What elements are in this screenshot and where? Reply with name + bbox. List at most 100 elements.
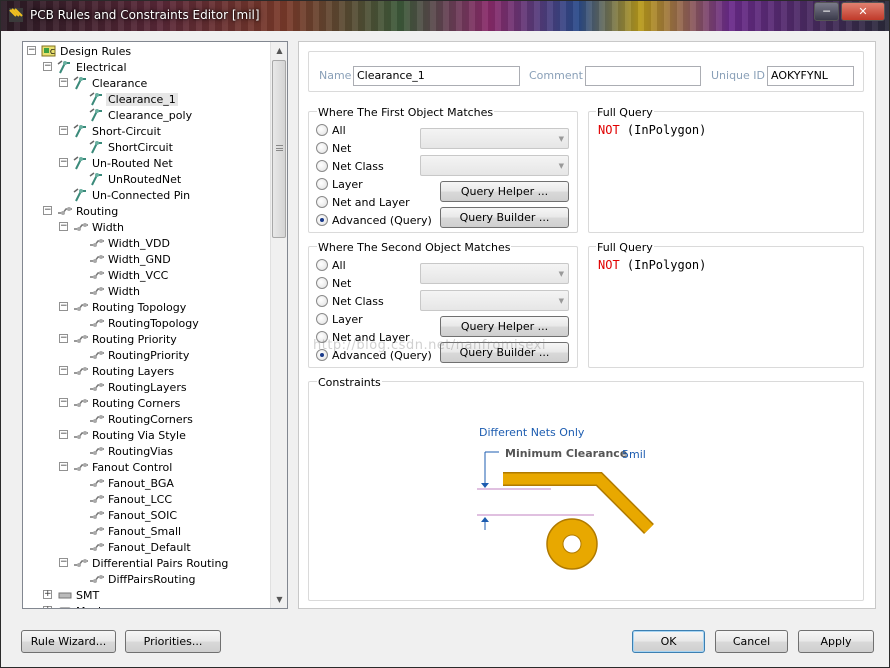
radio-button[interactable] bbox=[316, 259, 328, 271]
tree-item[interactable]: Fanout_BGA bbox=[89, 475, 176, 491]
second-combo-2[interactable]: ▼ bbox=[420, 290, 569, 311]
tree-item[interactable]: RoutingCorners bbox=[89, 411, 195, 427]
tree-item[interactable]: Fanout_Default bbox=[89, 539, 193, 555]
radio-button[interactable] bbox=[316, 124, 328, 136]
tree-item[interactable]: − Fanout Control bbox=[59, 459, 174, 475]
clearance-value[interactable]: 5mil bbox=[622, 448, 646, 461]
collapse-icon[interactable]: − bbox=[59, 126, 68, 135]
tree-item[interactable]: ShortCircuit bbox=[89, 139, 175, 155]
tree-item[interactable]: − Routing Corners bbox=[59, 395, 182, 411]
tree-item[interactable]: Fanout_SOIC bbox=[89, 507, 179, 523]
tree-item[interactable]: RoutingTopology bbox=[89, 315, 201, 331]
expand-icon[interactable]: + bbox=[43, 590, 52, 599]
tree-item[interactable]: − Un-Routed Net bbox=[59, 155, 175, 171]
tree-item[interactable]: − Routing Via Style bbox=[59, 427, 188, 443]
full-query-2-text[interactable]: NOT (InPolygon) bbox=[598, 258, 706, 272]
collapse-icon[interactable]: − bbox=[59, 558, 68, 567]
title-bar[interactable]: PCB Rules and Constraints Editor [mil] ─… bbox=[1, 1, 889, 31]
collapse-icon[interactable]: − bbox=[43, 62, 52, 71]
collapse-icon[interactable]: − bbox=[59, 462, 68, 471]
priorities-button[interactable]: Priorities... bbox=[125, 630, 221, 653]
first-radio-option[interactable]: Advanced (Query) bbox=[316, 212, 432, 228]
second-radio-option[interactable]: Net Class bbox=[316, 293, 384, 309]
name-field[interactable]: Clearance_1 bbox=[353, 66, 520, 86]
tree-item[interactable]: RoutingVias bbox=[89, 443, 175, 459]
rule-wizard-button[interactable]: Rule Wizard... bbox=[21, 630, 116, 653]
tree-item[interactable]: − C Design Rules bbox=[27, 43, 133, 59]
ok-button[interactable]: OK bbox=[632, 630, 705, 653]
collapse-icon[interactable]: − bbox=[59, 222, 68, 231]
first-combo-1[interactable]: ▼ bbox=[420, 128, 569, 149]
tree-item[interactable]: − Routing Topology bbox=[59, 299, 188, 315]
tree-item[interactable]: − Differential Pairs Routing bbox=[59, 555, 230, 571]
radio-button[interactable] bbox=[316, 142, 328, 154]
first-radio-option[interactable]: Layer bbox=[316, 176, 363, 192]
first-radio-option[interactable]: Net bbox=[316, 140, 351, 156]
radio-button[interactable] bbox=[316, 313, 328, 325]
cancel-button[interactable]: Cancel bbox=[715, 630, 788, 653]
tree-item[interactable]: Width_GND bbox=[89, 251, 173, 267]
radio-button[interactable] bbox=[316, 277, 328, 289]
second-radio-option[interactable]: Advanced (Query) bbox=[316, 347, 432, 363]
tree-scrollbar[interactable]: ▲ ▼ bbox=[270, 42, 287, 608]
comment-field[interactable] bbox=[585, 66, 701, 86]
tree-item[interactable]: − Routing Layers bbox=[59, 363, 176, 379]
tree-item[interactable]: Width_VCC bbox=[89, 267, 170, 283]
tree-item[interactable]: Width_VDD bbox=[89, 235, 172, 251]
scroll-thumb[interactable] bbox=[272, 60, 286, 238]
radio-button[interactable] bbox=[316, 178, 328, 190]
collapse-icon[interactable]: − bbox=[59, 158, 68, 167]
second-radio-option[interactable]: Net bbox=[316, 275, 351, 291]
second-radio-option[interactable]: All bbox=[316, 257, 346, 273]
scroll-down-icon[interactable]: ▼ bbox=[271, 591, 288, 608]
different-nets-label[interactable]: Different Nets Only bbox=[479, 426, 584, 439]
collapse-icon[interactable]: − bbox=[43, 206, 52, 215]
first-combo-2[interactable]: ▼ bbox=[420, 155, 569, 176]
tree-item[interactable]: Clearance_1 bbox=[89, 91, 178, 107]
tree-item[interactable]: − Routing Priority bbox=[59, 331, 179, 347]
tree-item[interactable]: + Mask bbox=[43, 603, 106, 608]
tree-item[interactable]: RoutingPriority bbox=[89, 347, 191, 363]
collapse-icon[interactable]: − bbox=[59, 398, 68, 407]
rules-tree[interactable]: − C Design Rules − Electrical − Clearance Clear… bbox=[22, 41, 288, 609]
collapse-icon[interactable]: − bbox=[59, 334, 68, 343]
tree-item[interactable]: − Electrical bbox=[43, 59, 129, 75]
radio-button[interactable] bbox=[316, 196, 328, 208]
tree-item[interactable]: − Routing bbox=[43, 203, 120, 219]
collapse-icon[interactable]: − bbox=[27, 46, 36, 55]
collapse-icon[interactable]: − bbox=[59, 366, 68, 375]
second-radio-option[interactable]: Layer bbox=[316, 311, 363, 327]
radio-button[interactable] bbox=[316, 331, 328, 343]
full-query-1-text[interactable]: NOT (InPolygon) bbox=[598, 123, 706, 137]
tree-item[interactable]: UnRoutedNet bbox=[89, 171, 183, 187]
first-radio-option[interactable]: Net Class bbox=[316, 158, 384, 174]
radio-button[interactable] bbox=[316, 295, 328, 307]
unique-id-field[interactable]: AOKYFYNL bbox=[767, 66, 854, 86]
tree-item[interactable]: − Width bbox=[59, 219, 126, 235]
tree-item[interactable]: − Clearance bbox=[59, 75, 149, 91]
first-query-builder-button[interactable]: Query Builder ... bbox=[440, 207, 569, 228]
first-query-helper-button[interactable]: Query Helper ... bbox=[440, 181, 569, 202]
tree-item[interactable]: − Short-Circuit bbox=[59, 123, 163, 139]
apply-button[interactable]: Apply bbox=[798, 630, 874, 653]
tree-item[interactable]: Clearance_poly bbox=[89, 107, 194, 123]
tree-item[interactable]: RoutingLayers bbox=[89, 379, 189, 395]
collapse-icon[interactable]: − bbox=[59, 78, 68, 87]
first-radio-option[interactable]: Net and Layer bbox=[316, 194, 410, 210]
radio-button[interactable] bbox=[316, 214, 328, 226]
radio-button[interactable] bbox=[316, 349, 328, 361]
second-query-builder-button[interactable]: Query Builder ... bbox=[440, 342, 569, 363]
second-radio-option[interactable]: Net and Layer bbox=[316, 329, 410, 345]
scroll-up-icon[interactable]: ▲ bbox=[271, 42, 288, 59]
second-query-helper-button[interactable]: Query Helper ... bbox=[440, 316, 569, 337]
radio-button[interactable] bbox=[316, 160, 328, 172]
first-radio-option[interactable]: All bbox=[316, 122, 346, 138]
expand-icon[interactable]: + bbox=[43, 606, 52, 608]
minimize-button[interactable]: ─ bbox=[814, 2, 839, 21]
collapse-icon[interactable]: − bbox=[59, 430, 68, 439]
tree-item[interactable]: Fanout_LCC bbox=[89, 491, 174, 507]
tree-item[interactable]: Width bbox=[89, 283, 142, 299]
second-combo-1[interactable]: ▼ bbox=[420, 263, 569, 284]
collapse-icon[interactable]: − bbox=[59, 302, 68, 311]
tree-item[interactable]: DiffPairsRouting bbox=[89, 571, 197, 587]
